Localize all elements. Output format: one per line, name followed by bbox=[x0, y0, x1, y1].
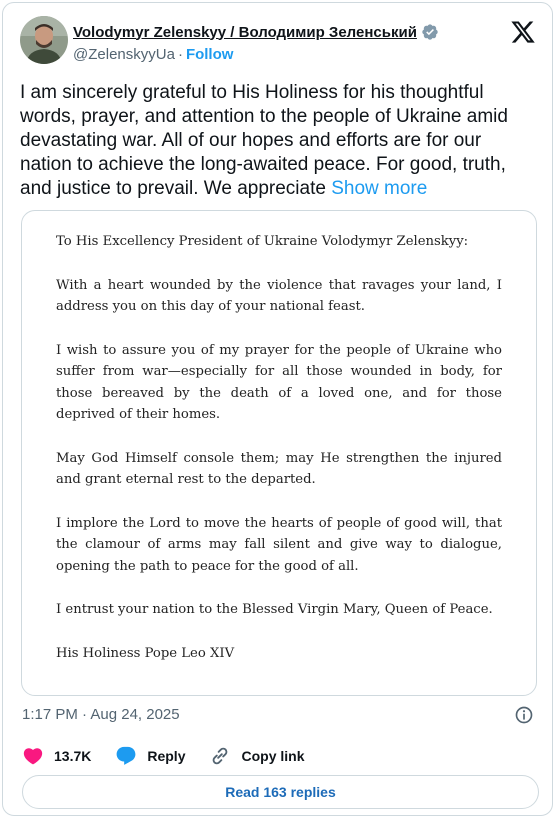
tweet-text: I am sincerely grateful to His Holiness … bbox=[20, 81, 535, 201]
letter-signature: His Holiness Pope Leo XIV bbox=[56, 645, 235, 661]
follow-button[interactable]: Follow bbox=[186, 46, 234, 63]
separator-dot: · bbox=[177, 46, 183, 63]
reply-label: Reply bbox=[147, 748, 186, 764]
letter-paragraph: I wish to assure you of my prayer for th… bbox=[56, 342, 502, 423]
letter-image[interactable]: To His Excellency President of Ukraine V… bbox=[21, 210, 537, 696]
heart-icon bbox=[23, 748, 43, 765]
letter-paragraph: I entrust your nation to the Blessed Vir… bbox=[56, 602, 493, 617]
letter-salutation: To His Excellency President of Ukraine V… bbox=[56, 234, 469, 249]
tweet-actions: 13.7K Reply Copy link bbox=[22, 743, 329, 769]
letter-paragraph: I implore the Lord to move the hearts of… bbox=[56, 515, 502, 574]
letter-paragraph: May God Himself console them; may He str… bbox=[56, 450, 502, 488]
tweet-body: I am sincerely grateful to His Holiness … bbox=[20, 82, 508, 199]
copy-link-button[interactable]: Copy link bbox=[209, 745, 305, 767]
verified-badge-icon bbox=[422, 24, 438, 40]
letter-paragraph: With a heart wounded by the violence tha… bbox=[56, 277, 502, 315]
show-more-link[interactable]: Show more bbox=[331, 178, 427, 199]
author-handle[interactable]: @ZelenskyyUa bbox=[73, 46, 175, 63]
author-name[interactable]: Volodymyr Zelenskyy / Володимир Зеленськ… bbox=[73, 24, 417, 41]
link-icon bbox=[213, 747, 228, 765]
info-icon[interactable] bbox=[514, 705, 534, 725]
read-replies-button[interactable]: Read 163 replies bbox=[22, 775, 539, 809]
avatar[interactable] bbox=[20, 16, 68, 64]
like-button[interactable]: 13.7K bbox=[22, 745, 91, 767]
reply-button[interactable]: Reply bbox=[115, 745, 185, 767]
reply-bubble-icon bbox=[116, 746, 136, 765]
avatar-image bbox=[20, 16, 68, 64]
tweet-card: Volodymyr Zelenskyy / Володимир Зеленськ… bbox=[2, 2, 553, 816]
like-count: 13.7K bbox=[54, 748, 92, 764]
copy-link-label: Copy link bbox=[241, 748, 305, 764]
tweet-timestamp[interactable]: 1:17 PM · Aug 24, 2025 bbox=[22, 706, 180, 723]
x-logo-icon[interactable] bbox=[510, 19, 536, 45]
